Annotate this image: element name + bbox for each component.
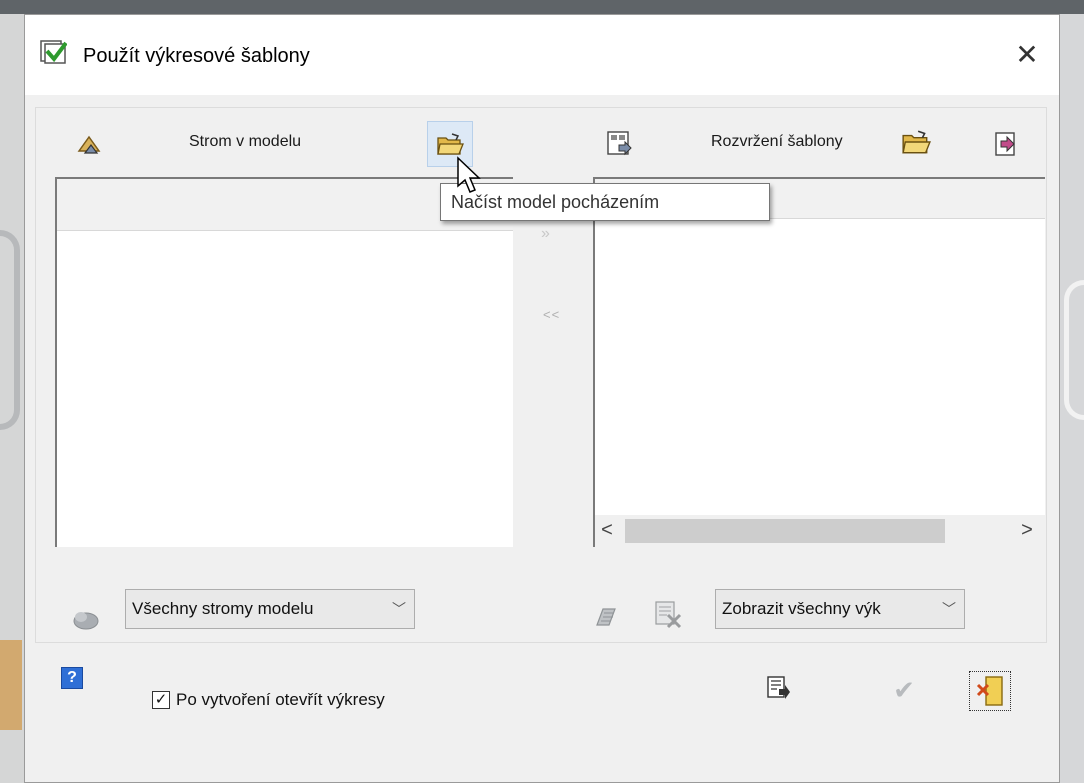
layout-edit-icon[interactable] <box>593 603 619 629</box>
close-button[interactable]: ✕ <box>1005 33 1049 77</box>
chevron-down-icon: ﹀ <box>392 601 406 617</box>
chevron-down-icon: ﹀ <box>942 601 956 617</box>
open-after-create-label: Po vytvoření otevřít výkresy <box>176 690 385 709</box>
title-bar: Použít výkresové šablony ✕ <box>25 15 1059 95</box>
dialog-title: Použít výkresové šablony <box>83 45 310 67</box>
template-layout-heading: Rozvržení šablony <box>711 133 843 150</box>
model-tree-filter-combo[interactable]: Všechny stromy modelu ﹀ <box>125 589 415 629</box>
delete-layout-icon[interactable] <box>653 599 683 629</box>
parent-tree-icon[interactable] <box>75 131 103 159</box>
drawing-filter-value: Zobrazit všechny výk <box>722 599 881 618</box>
template-layout-list[interactable]: < > <box>593 177 1045 547</box>
model-tree-filter-value: Všechny stromy modelu <box>132 599 314 618</box>
mouse-cursor-icon <box>457 156 481 193</box>
add-to-layout-arrow[interactable]: » <box>541 225 551 243</box>
model-tree-list[interactable] <box>55 177 513 547</box>
exit-icon <box>976 676 1003 706</box>
horizontal-scrollbar[interactable]: < > <box>595 515 1045 547</box>
tooltip: Načíst model pocházením <box>440 183 770 221</box>
scroll-thumb[interactable] <box>625 519 945 543</box>
open-after-create-checkbox[interactable]: ✓ <box>152 691 170 709</box>
export-icon[interactable] <box>993 131 1019 157</box>
model-tree-filter-icon <box>73 612 99 630</box>
save-settings-icon[interactable] <box>765 675 791 701</box>
dialog-app-icon <box>40 40 67 64</box>
scroll-left-arrow[interactable]: < <box>595 519 619 542</box>
background-left-shape <box>0 230 20 430</box>
model-tree-heading: Strom v modelu <box>189 133 302 150</box>
drawing-filter-combo[interactable]: Zobrazit všechny výk ﹀ <box>715 589 965 629</box>
apply-checkmark-icon[interactable]: ✔ <box>889 675 919 705</box>
apply-drawing-templates-dialog: Použít výkresové šablony ✕ Strom v model… <box>24 14 1060 783</box>
background-right-shape <box>1064 280 1084 420</box>
remove-from-layout-arrow[interactable]: << <box>543 307 560 322</box>
close-dialog-button[interactable] <box>969 671 1011 711</box>
background-left-orange <box>0 640 22 730</box>
open-folder-icon[interactable] <box>901 129 931 155</box>
template-layout-icon[interactable] <box>605 129 635 159</box>
background-top <box>0 0 1084 14</box>
open-folder-icon <box>437 133 464 155</box>
scroll-right-arrow[interactable]: > <box>1015 519 1039 542</box>
help-icon[interactable]: ? <box>61 667 83 689</box>
